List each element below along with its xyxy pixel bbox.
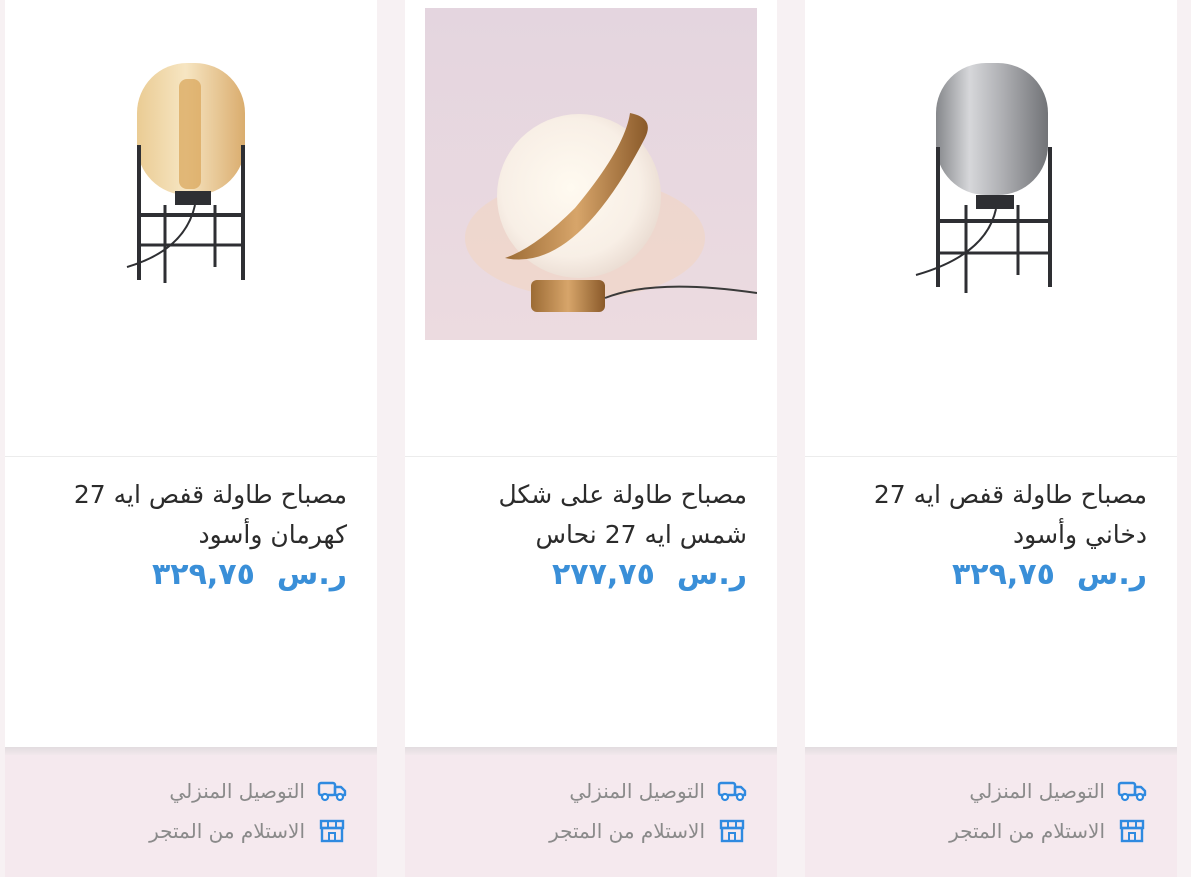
price-currency: ر.س xyxy=(276,557,347,592)
delivery-label: التوصيل المنزلي xyxy=(569,779,705,803)
store-pickup-option: الاستلام من المتجر xyxy=(949,817,1147,845)
product-price: ر.س ٣٢٩,٧٥ xyxy=(952,557,1147,592)
divider xyxy=(405,747,777,755)
divider xyxy=(805,747,1177,755)
fulfillment-options: التوصيل المنزلي الاستلام من المتجر xyxy=(5,755,377,877)
delivery-truck-icon xyxy=(317,777,347,805)
product-image-area[interactable] xyxy=(805,0,1177,457)
product-price: ر.س ٣٢٩,٧٥ xyxy=(152,557,347,592)
home-delivery-option: التوصيل المنزلي xyxy=(569,777,747,805)
fulfillment-options: التوصيل المنزلي الاستلام من المتجر xyxy=(405,755,777,877)
product-title[interactable]: مصباح طاولة قفص ايه 27 دخاني وأسود xyxy=(817,475,1147,555)
product-info[interactable]: مصباح طاولة على شكل شمس ايه 27 نحاس ر.س … xyxy=(405,457,777,747)
product-title-line[interactable]: مصباح طاولة على شكل xyxy=(417,475,747,515)
store-icon xyxy=(1117,817,1147,845)
pickup-label: الاستلام من المتجر xyxy=(949,819,1105,843)
product-title-line[interactable]: مصباح طاولة قفص ايه 27 xyxy=(17,475,347,515)
price-value: ٢٧٧,٧٥ xyxy=(551,557,655,592)
product-image-area[interactable] xyxy=(405,0,777,457)
product-price: ر.س ٢٧٧,٧٥ xyxy=(552,557,747,592)
home-delivery-option: التوصيل المنزلي xyxy=(969,777,1147,805)
home-delivery-option: التوصيل المنزلي xyxy=(169,777,347,805)
delivery-truck-icon xyxy=(717,777,747,805)
divider xyxy=(5,747,377,755)
product-title[interactable]: مصباح طاولة قفص ايه 27 كهرمان وأسود xyxy=(17,475,347,555)
product-info[interactable]: مصباح طاولة قفص ايه 27 كهرمان وأسود ر.س … xyxy=(5,457,377,747)
pickup-label: الاستلام من المتجر xyxy=(149,819,305,843)
store-icon xyxy=(717,817,747,845)
product-title-line[interactable]: مصباح طاولة قفص ايه 27 xyxy=(817,475,1147,515)
product-image-area[interactable] xyxy=(5,0,377,457)
product-info[interactable]: مصباح طاولة قفص ايه 27 دخاني وأسود ر.س ٣… xyxy=(805,457,1177,747)
product-title-line[interactable]: دخاني وأسود xyxy=(817,515,1147,555)
fulfillment-options: التوصيل المنزلي الاستلام من المتجر xyxy=(805,755,1177,877)
delivery-label: التوصيل المنزلي xyxy=(169,779,305,803)
price-currency: ر.س xyxy=(676,557,747,592)
price-value: ٣٢٩,٧٥ xyxy=(151,557,255,592)
delivery-truck-icon xyxy=(1117,777,1147,805)
price-value: ٣٢٩,٧٥ xyxy=(951,557,1055,592)
product-title-line[interactable]: كهرمان وأسود xyxy=(17,515,347,555)
price-currency: ر.س xyxy=(1076,557,1147,592)
delivery-label: التوصيل المنزلي xyxy=(969,779,1105,803)
product-title[interactable]: مصباح طاولة على شكل شمس ايه 27 نحاس xyxy=(417,475,747,555)
amber-cage-lamp-image xyxy=(126,63,245,283)
store-pickup-option: الاستلام من المتجر xyxy=(149,817,347,845)
store-icon xyxy=(317,817,347,845)
product-card[interactable]: مصباح طاولة قفص ايه 27 كهرمان وأسود ر.س … xyxy=(5,0,377,877)
store-pickup-option: الاستلام من المتجر xyxy=(549,817,747,845)
sphere-lamp-image xyxy=(425,8,757,340)
product-card[interactable]: مصباح طاولة قفص ايه 27 دخاني وأسود ر.س ٣… xyxy=(805,0,1177,877)
product-grid: مصباح طاولة قفص ايه 27 كهرمان وأسود ر.س … xyxy=(0,0,1191,877)
product-card[interactable]: مصباح طاولة على شكل شمس ايه 27 نحاس ر.س … xyxy=(405,0,777,877)
pickup-label: الاستلام من المتجر xyxy=(549,819,705,843)
smoke-cage-lamp-image xyxy=(915,63,1052,293)
product-title-line[interactable]: شمس ايه 27 نحاس xyxy=(417,515,747,555)
